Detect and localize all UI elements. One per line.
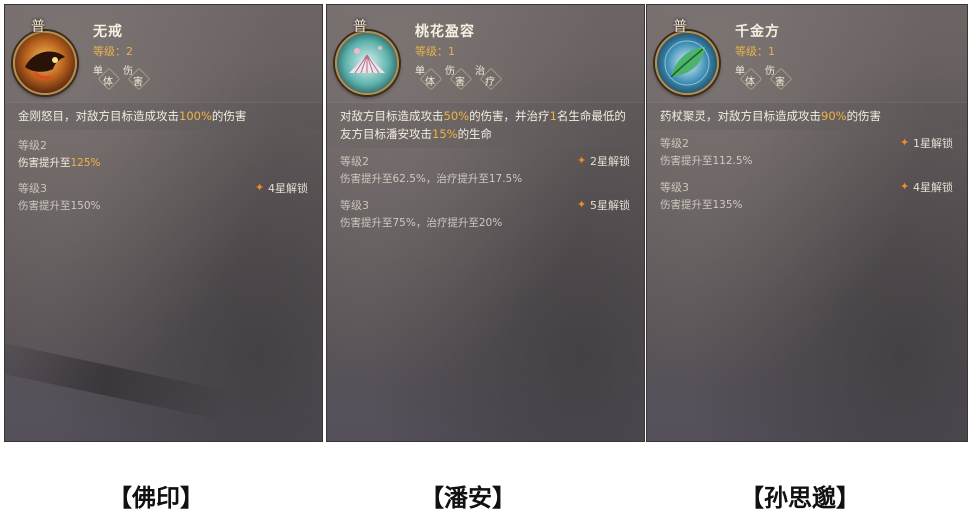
skill-level: 等级：2: [93, 45, 133, 58]
star-icon: ✦: [577, 198, 587, 211]
tag-damage: 伤害: [443, 61, 473, 91]
skill-tags: 单体 伤害: [733, 61, 793, 91]
level-effect: 伤害提升至150%: [18, 200, 101, 212]
unlock-requirement: ✦ 2星解锁: [577, 154, 630, 168]
level-effect: 伤害提升至112.5%: [660, 155, 753, 167]
level-row-2: 等级2 伤害提升至62.5%，治疗提升至17.5% ✦ 2星解锁: [340, 153, 634, 186]
level-effect: 伤害提升至125%: [18, 157, 101, 169]
skill-description: 药杖聚灵，对敌方目标造成攻击90%的伤害: [647, 102, 967, 130]
tag-single-target: 单体: [413, 61, 443, 91]
skill-description: 金刚怒目，对敌方目标造成攻击100%的伤害: [5, 102, 322, 130]
tag-damage: 伤害: [121, 61, 151, 91]
brush-streak-decoration: [5, 338, 236, 422]
skill-name: 无戒: [93, 24, 123, 40]
skill-card-panan: 普 桃花盈容 等级：1 单体 伤害 治疗 对敌方目标造成攻击50%的伤害，并治疗…: [326, 4, 645, 442]
level-row-3: 等级3 伤害提升至135% ✦ 4星解锁: [660, 179, 957, 212]
skill-card-sunsimiao: 普 千金方 等级：1 单体 伤害 药杖聚灵，对敌方目标造成攻击90%的伤害 等级…: [646, 4, 968, 442]
tag-single-target: 单体: [733, 61, 763, 91]
star-icon: ✦: [255, 181, 265, 194]
star-icon: ✦: [900, 180, 910, 193]
skill-description: 对敌方目标造成攻击50%的伤害，并治疗1名生命最低的友方目标潘安攻击15%的生命: [327, 102, 644, 148]
rarity-badge: 普: [31, 19, 45, 35]
star-icon: ✦: [577, 154, 587, 167]
level-row-2: 等级2 伤害提升至112.5% ✦ 1星解锁: [660, 135, 957, 168]
skill-card-foyin: 普 无戒 等级：2 单体 伤害 金刚怒目，对敌方目标造成攻击100%的伤害 等级…: [4, 4, 323, 442]
level-label: 等级2: [18, 139, 47, 152]
tag-single-target: 单体: [91, 61, 121, 91]
unlock-requirement: ✦ 4星解锁: [255, 181, 308, 195]
unlock-requirement: ✦ 5星解锁: [577, 198, 630, 212]
hero-caption-panan: 【潘安】: [420, 484, 516, 512]
level-row-3: 等级3 伤害提升至150% ✦ 4星解锁: [18, 180, 312, 213]
rarity-badge: 普: [673, 19, 687, 35]
skill-tags: 单体 伤害 治疗: [413, 61, 503, 91]
level-row-3: 等级3 伤害提升至75%，治疗提升至20% ✦ 5星解锁: [340, 197, 634, 230]
skill-level: 等级：1: [415, 45, 455, 58]
level-effect: 伤害提升至62.5%，治疗提升至17.5%: [340, 173, 523, 185]
hero-caption-foyin: 【佛印】: [108, 484, 204, 512]
skill-name: 千金方: [735, 24, 780, 40]
hero-caption-sunsimiao: 【孙思邈】: [740, 484, 860, 512]
skill-level: 等级：1: [735, 45, 775, 58]
level-effect: 伤害提升至75%，治疗提升至20%: [340, 217, 503, 229]
skill-tags: 单体 伤害: [91, 61, 151, 91]
level-row-2: 等级2 伤害提升至125%: [18, 137, 312, 170]
tag-damage: 伤害: [763, 61, 793, 91]
skill-name: 桃花盈容: [415, 24, 475, 40]
rarity-badge: 普: [353, 19, 367, 35]
star-icon: ✦: [900, 136, 910, 149]
level-effect: 伤害提升至135%: [660, 199, 743, 211]
tag-healing: 治疗: [473, 61, 503, 91]
unlock-requirement: ✦ 1星解锁: [900, 136, 953, 150]
unlock-requirement: ✦ 4星解锁: [900, 180, 953, 194]
